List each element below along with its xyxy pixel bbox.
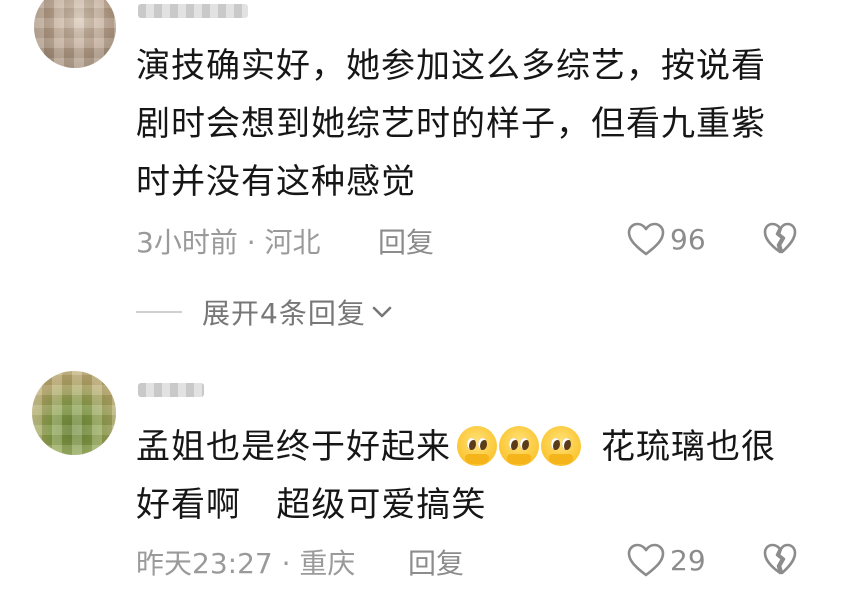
comment-text: 演技确实好，她参加这么多综艺，按说看 剧时会想到她综艺时的样子，但看九重紫 时并… [136,37,816,211]
like-button[interactable]: 29 [626,542,706,578]
like-count: 96 [670,222,706,256]
like-button[interactable]: 96 [626,221,706,257]
expand-replies-button[interactable]: 展开4条回复 [136,292,392,332]
broken-heart-icon [763,222,797,254]
timestamp-location: 3小时前 · 河北 [136,226,321,259]
broken-heart-icon [763,543,797,575]
username-redacted[interactable] [138,4,248,18]
pleading-face-icon [499,425,539,466]
comment-item: 孟姐也是终于好起来 花琉璃也很 好看啊 超级可爱搞笑 昨天23:27 · 重庆 回… [0,345,842,616]
timestamp-location: 昨天23:27 · 重庆 [136,547,356,580]
comment-text-segment: 孟姐也是终于好起来 [136,427,451,467]
chevron-down-icon [372,306,392,318]
dislike-button[interactable] [762,221,798,262]
emoji-group [457,420,583,478]
comment-meta: 昨天23:27 · 重庆 回复 29 [136,542,842,582]
reply-button[interactable]: 回复 [408,542,464,582]
like-count: 29 [670,543,706,577]
heart-icon [627,222,665,256]
avatar[interactable] [32,371,116,455]
comment-text: 孟姐也是终于好起来 花琉璃也很 好看啊 超级可爱搞笑 [136,418,816,534]
expand-replies-label: 展开4条回复 [202,297,366,330]
comment-meta: 3小时前 · 河北 回复 96 [136,221,842,261]
dislike-button[interactable] [762,542,798,583]
comment-text-segment: 花琉璃也很 [601,427,776,467]
reply-button[interactable]: 回复 [378,221,434,261]
pleading-face-icon [541,425,581,466]
username-redacted[interactable] [138,383,204,397]
avatar[interactable] [34,0,116,68]
comment-text-line: 好看啊 超级可爱搞笑 [136,485,487,525]
comment-text-line: 剧时会想到她综艺时的样子，但看九重紫 [136,104,766,144]
heart-icon [627,543,665,577]
comment-text-line: 演技确实好，她参加这么多综艺，按说看 [136,46,766,86]
divider [136,311,182,313]
pleading-face-icon [457,425,497,466]
comment-text-line: 孟姐也是终于好起来 花琉璃也很 [136,418,816,476]
comment-item: 演技确实好，她参加这么多综艺，按说看 剧时会想到她综艺时的样子，但看九重紫 时并… [0,0,842,345]
comment-text-line: 时并没有这种感觉 [136,162,416,202]
